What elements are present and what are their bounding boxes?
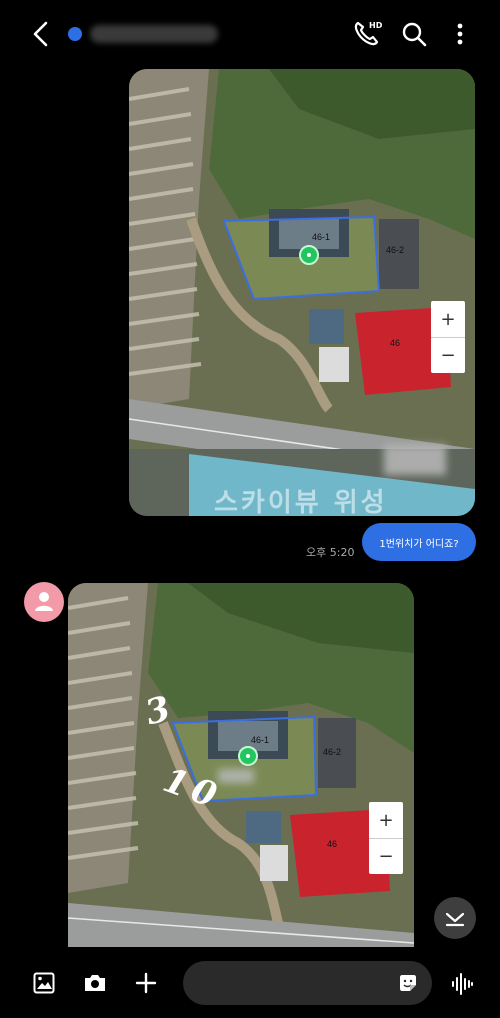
chevron-down-icon — [445, 912, 465, 927]
call-badge: HD — [369, 21, 382, 30]
sticker-icon[interactable] — [398, 973, 418, 993]
gallery-icon[interactable] — [33, 972, 55, 994]
search-icon[interactable] — [400, 20, 428, 48]
zoom-in-button[interactable]: + — [431, 301, 465, 337]
zoom-out-button[interactable]: − — [369, 838, 403, 874]
redacted-label — [384, 445, 446, 475]
parcel-label: 46-1 — [251, 735, 270, 745]
map-image-received[interactable]: 46-1 46-2 46 + − 3 10 — [68, 583, 414, 947]
person-icon — [35, 592, 53, 611]
plus-icon[interactable] — [135, 972, 157, 994]
contact-indicator — [68, 27, 82, 41]
scroll-to-bottom-button[interactable] — [434, 897, 476, 939]
parcel-label: 46 — [327, 839, 338, 849]
avatar[interactable] — [24, 582, 64, 622]
zoom-control: + − — [369, 802, 403, 874]
zoom-in-button[interactable]: + — [369, 802, 403, 838]
zoom-out-button[interactable]: − — [431, 337, 465, 373]
sent-message-bubble[interactable]: 1번위치가 어디죠? — [362, 523, 476, 561]
call-icon[interactable]: HD — [352, 18, 382, 48]
parcel-label: 46-2 — [386, 245, 405, 255]
back-icon[interactable] — [28, 20, 54, 48]
zoom-control: + − — [431, 301, 465, 373]
message-input[interactable] — [183, 961, 432, 1005]
more-icon[interactable] — [450, 20, 470, 48]
map-image-sent[interactable]: 46-1 46-2 46 + − 스카이뷰 위성 — [129, 69, 475, 516]
camera-icon[interactable] — [83, 972, 107, 994]
parcel-label: 46 — [390, 338, 401, 348]
map-watermark: 스카이뷰 위성 — [214, 488, 388, 516]
message-time: 오후 5:20 — [306, 546, 355, 559]
location-pin — [299, 245, 319, 265]
top-bar: HD — [0, 0, 500, 68]
location-pin — [238, 746, 258, 766]
parcel-label: 46-2 — [323, 747, 342, 757]
voice-icon[interactable] — [450, 972, 474, 996]
contact-name[interactable] — [90, 25, 218, 43]
parcel-label: 46-1 — [312, 232, 331, 242]
